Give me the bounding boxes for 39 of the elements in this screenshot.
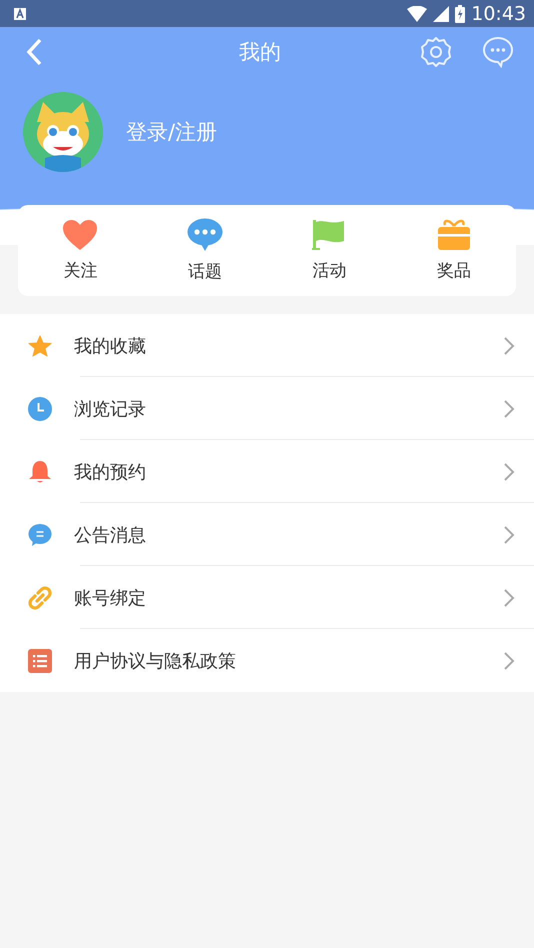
menu-item[interactable]: 我的预约 <box>0 440 534 503</box>
wifi-icon <box>407 6 428 22</box>
clock-icon <box>28 396 52 420</box>
star-icon <box>28 334 52 356</box>
link-icon <box>28 586 52 610</box>
settings-icon <box>420 36 452 68</box>
chevron-right-icon <box>503 336 515 356</box>
chevron-right-icon <box>503 650 515 670</box>
bell-icon <box>28 460 52 484</box>
battery-icon <box>455 4 466 22</box>
signal-icon <box>433 6 450 22</box>
settings-button[interactable] <box>420 36 452 68</box>
status-time: 10:43 <box>471 2 526 24</box>
list-icon <box>28 648 52 672</box>
avatar[interactable] <box>23 92 103 172</box>
flag-icon <box>312 219 346 251</box>
chevron-right-icon <box>503 462 515 482</box>
chevron-right-icon <box>503 398 515 418</box>
shortcut-button[interactable]: 话题 <box>142 205 267 296</box>
chevron-right-icon <box>503 524 515 544</box>
menu-item[interactable]: 公告消息 <box>0 503 534 566</box>
menu-item[interactable]: 浏览记录 <box>0 377 534 440</box>
back-button[interactable] <box>26 38 42 66</box>
message-button[interactable] <box>482 36 514 68</box>
page-title: 我的 <box>238 39 282 66</box>
chat-bubble-icon <box>482 36 514 68</box>
chat-bubble-icon <box>186 218 223 252</box>
shortcut-button[interactable]: 关注 <box>18 205 142 296</box>
back-icon <box>26 38 42 66</box>
message-icon <box>28 522 52 546</box>
menu-item[interactable]: 我的收藏 <box>0 314 534 377</box>
chevron-right-icon <box>503 588 515 608</box>
app-notification-icon <box>14 8 26 20</box>
heart-icon <box>62 219 98 251</box>
menu-item[interactable]: 账号绑定 <box>0 566 534 629</box>
shortcut-button[interactable]: 奖品 <box>392 205 516 296</box>
gift-icon <box>436 219 471 251</box>
menu-item[interactable]: 用户协议与隐私政策 <box>0 629 534 692</box>
shortcut-button[interactable]: 活动 <box>267 205 392 296</box>
